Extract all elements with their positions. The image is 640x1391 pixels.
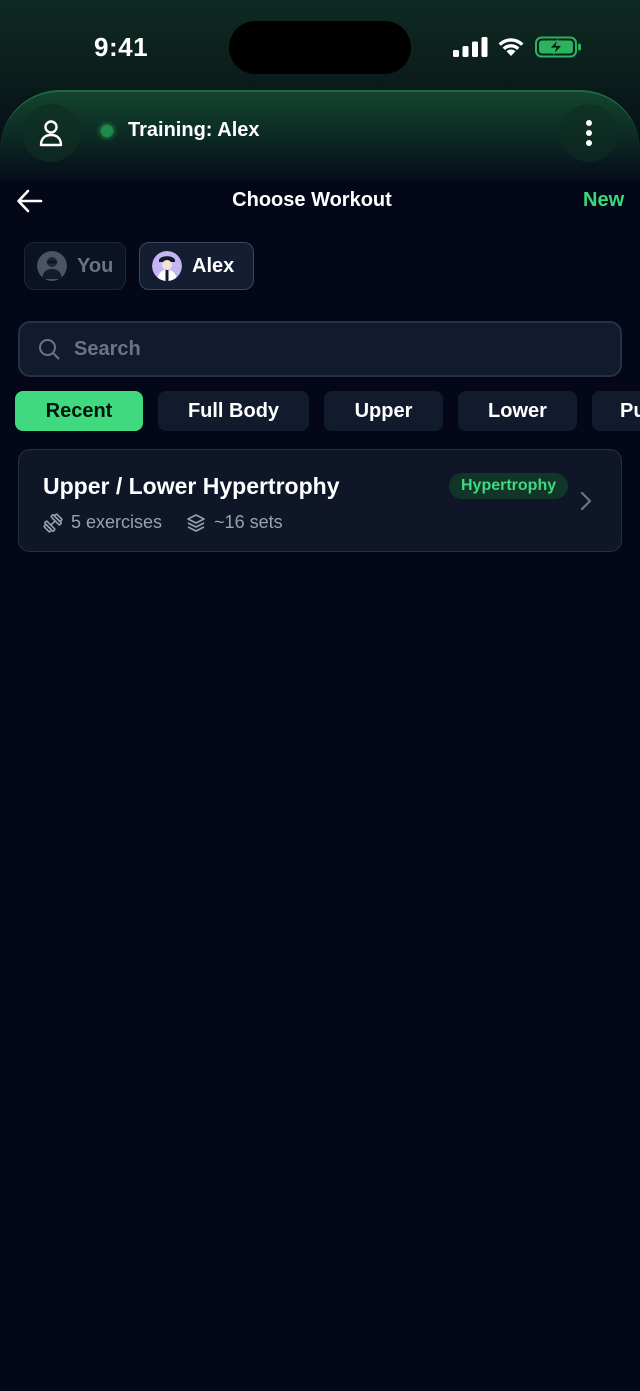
training-client-label: Training: Alex xyxy=(128,119,260,141)
search-bar[interactable] xyxy=(18,321,622,377)
choose-workout-screen: 9:41 Training: Alex Choose Workout New Y… xyxy=(0,0,640,1391)
cellular-signal-icon xyxy=(453,37,488,57)
battery-charging-icon xyxy=(535,36,581,58)
avatar xyxy=(152,251,182,281)
person-chip-you[interactable]: You xyxy=(24,242,126,290)
filter-tab-lower[interactable]: Lower xyxy=(458,391,577,431)
more-options-button[interactable] xyxy=(560,104,618,162)
wifi-icon xyxy=(498,38,524,56)
person-chip-alex[interactable]: Alex xyxy=(139,242,254,290)
exercise-count-label: 5 exercises xyxy=(71,512,163,532)
set-count: ~16 sets xyxy=(186,512,283,533)
live-status-dot xyxy=(101,125,113,137)
person-chip-label: You xyxy=(77,254,114,277)
chevron-right-icon xyxy=(580,491,592,511)
exercise-count: 5 exercises xyxy=(43,512,162,533)
layers-icon xyxy=(187,513,205,532)
status-bar: 9:41 xyxy=(0,0,640,90)
person-icon xyxy=(39,120,63,147)
filter-tab-full-body[interactable]: Full Body xyxy=(158,391,309,431)
filter-tab-recent[interactable]: Recent xyxy=(15,391,143,431)
vertical-dots-icon xyxy=(586,120,592,146)
dumbbell-icon xyxy=(43,512,63,533)
workout-card[interactable]: Upper / Lower Hypertrophy Hypertrophy 5 … xyxy=(18,449,622,552)
workout-title: Upper / Lower Hypertrophy xyxy=(43,473,340,499)
filter-tab-upper[interactable]: Upper xyxy=(324,391,443,431)
filter-tab-push[interactable]: Push xyxy=(592,391,640,431)
person-chip-label: Alex xyxy=(192,254,235,277)
new-workout-button[interactable]: New xyxy=(583,189,624,212)
dynamic-island xyxy=(229,21,411,74)
page-title: Choose Workout xyxy=(232,189,392,211)
training-header xyxy=(0,90,640,180)
avatar xyxy=(37,251,67,281)
profile-button[interactable] xyxy=(22,104,80,162)
search-input[interactable] xyxy=(74,337,574,361)
workout-type-badge: Hypertrophy xyxy=(449,473,569,499)
set-count-label: ~16 sets xyxy=(214,512,283,532)
search-icon xyxy=(39,339,60,360)
workout-meta: 5 exercises ~16 sets xyxy=(43,512,283,533)
status-time: 9:41 xyxy=(94,32,149,62)
